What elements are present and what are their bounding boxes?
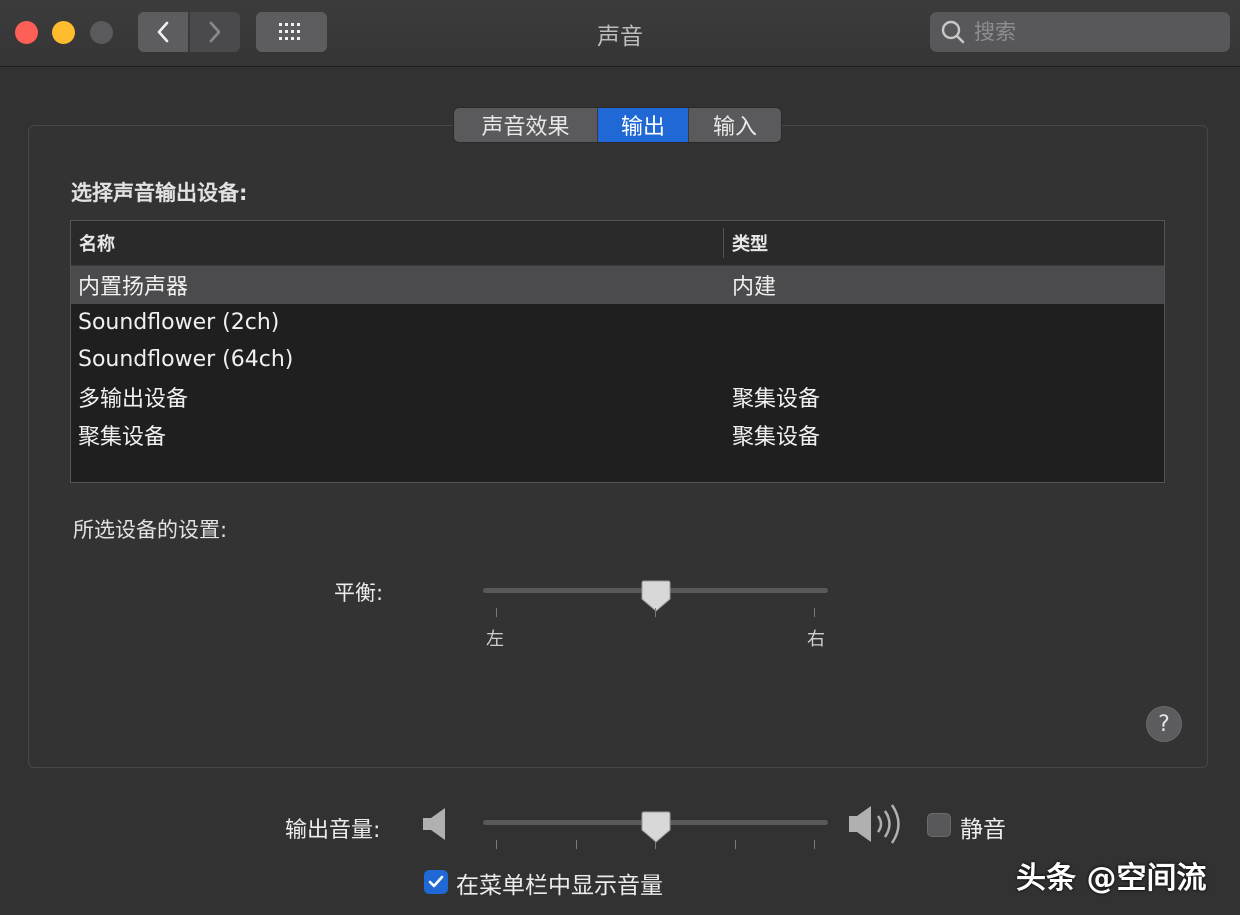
watermark: 头条 @空间流	[1016, 861, 1207, 896]
device-type: 聚集设备	[732, 387, 821, 413]
volume-tick	[576, 840, 577, 849]
mute-label: 静音	[960, 817, 1006, 843]
speaker-low-icon	[423, 808, 445, 840]
table-row[interactable]: 聚集设备 聚集设备	[71, 416, 1164, 454]
title-bar: 声音	[0, 0, 1240, 67]
settings-label: 所选设备的设置:	[73, 518, 228, 542]
back-button[interactable]	[138, 12, 188, 52]
balance-tick	[814, 608, 815, 617]
balance-label: 平衡:	[334, 581, 384, 605]
balance-tick	[496, 608, 497, 617]
search-icon	[941, 20, 965, 44]
table-row[interactable]: 内置扬声器 内建	[71, 266, 1164, 304]
table-row[interactable]: 多输出设备 聚集设备	[71, 379, 1164, 417]
balance-right-label: 右	[807, 629, 825, 650]
output-volume-label: 输出音量:	[285, 818, 381, 843]
device-type: 内建	[732, 274, 777, 300]
column-header-type[interactable]: 类型	[724, 230, 768, 256]
device-type: 聚集设备	[732, 424, 821, 450]
volume-tick	[735, 840, 736, 849]
speaker-high-icon	[849, 804, 900, 844]
volume-tick	[496, 840, 497, 849]
device-table[interactable]: 名称 类型 内置扬声器 内建 Soundflower (2ch) Soundfl…	[70, 220, 1165, 483]
forward-button[interactable]	[190, 12, 240, 52]
tab-output[interactable]: 输出	[598, 108, 689, 142]
volume-slider-thumb[interactable]	[641, 810, 671, 844]
select-device-label: 选择声音输出设备:	[71, 181, 248, 205]
show-volume-in-menubar-label: 在菜单栏中显示音量	[456, 873, 663, 899]
grid-icon	[278, 23, 300, 40]
help-button[interactable]: ?	[1146, 706, 1182, 742]
search-field[interactable]	[930, 12, 1230, 52]
mute-checkbox[interactable]	[927, 813, 951, 837]
device-name: Soundflower (2ch)	[78, 309, 280, 335]
device-name: 内置扬声器	[78, 274, 189, 300]
tab-bar: 声音效果 输出 输入	[453, 107, 782, 143]
table-row[interactable]: Soundflower (2ch)	[71, 304, 1164, 342]
close-window-button[interactable]	[15, 21, 38, 44]
tab-sound-effects[interactable]: 声音效果	[454, 108, 598, 142]
search-input[interactable]	[974, 20, 1214, 44]
show-volume-in-menubar-checkbox[interactable]	[424, 870, 448, 894]
tab-input[interactable]: 输入	[689, 108, 781, 142]
device-name: 多输出设备	[78, 387, 189, 413]
column-header-name[interactable]: 名称	[71, 228, 724, 258]
show-all-button[interactable]	[256, 12, 327, 52]
checkmark-icon	[428, 875, 444, 888]
table-header: 名称 类型	[71, 221, 1164, 266]
chevron-left-icon	[157, 21, 169, 43]
minimize-window-button[interactable]	[52, 21, 75, 44]
volume-tick	[814, 840, 815, 849]
device-name: 聚集设备	[78, 424, 167, 450]
table-row[interactable]: Soundflower (64ch)	[71, 341, 1164, 379]
zoom-window-button[interactable]	[90, 21, 113, 44]
device-name: Soundflower (64ch)	[78, 347, 294, 373]
balance-left-label: 左	[486, 629, 504, 650]
chevron-right-icon	[209, 21, 221, 43]
balance-tick	[655, 608, 656, 617]
